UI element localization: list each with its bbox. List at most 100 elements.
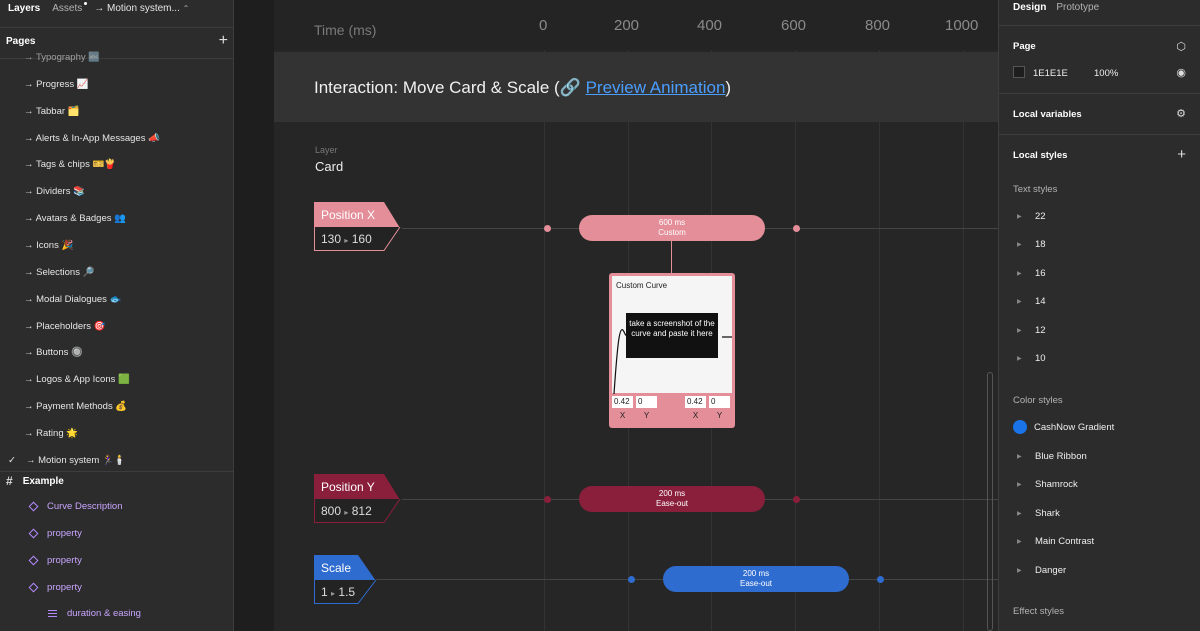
- file-name-dropdown[interactable]: → Motion system... ⌃: [94, 3, 189, 14]
- layer-label: property: [47, 555, 82, 566]
- caret-right-icon: ▶: [1017, 568, 1022, 574]
- duration-pill[interactable]: 200 ms Ease-out: [663, 566, 849, 592]
- text-style-item[interactable]: ▶ 22: [1017, 211, 1046, 222]
- local-variables-title[interactable]: Local variables: [1013, 109, 1082, 120]
- style-label: 10: [1035, 353, 1046, 364]
- page-item[interactable]: → Logos & App Icons 🟩: [24, 374, 130, 385]
- text-style-item[interactable]: ▶ 18: [1017, 239, 1046, 250]
- layer-item[interactable]: property: [28, 582, 82, 593]
- frame-layer-example[interactable]: # Example: [6, 474, 64, 488]
- design-panel: Design Prototype Page ⬡ 1E1E1E 100% ◉ Lo…: [998, 0, 1200, 631]
- eye-icon[interactable]: ◉: [1176, 66, 1186, 79]
- page-item[interactable]: → Icons 🎉: [24, 240, 73, 251]
- layers-panel: Layers Assets → Motion system... ⌃ Pages…: [0, 0, 234, 631]
- layer-item[interactable]: property: [28, 555, 82, 566]
- preview-animation-link[interactable]: Preview Animation: [586, 78, 726, 97]
- current-page-label: → Motion system 🏃‍♀️🕯️: [25, 455, 126, 466]
- color-style-item[interactable]: CashNow Gradient: [1013, 420, 1114, 434]
- time-tick: 800: [865, 17, 891, 34]
- custom-curve-card[interactable]: Custom Curve take a screenshot of the cu…: [609, 273, 735, 428]
- tab-layers[interactable]: Layers: [8, 3, 40, 14]
- page-item[interactable]: → Modal Dialogues 🐟: [24, 294, 121, 305]
- keyframe-start[interactable]: [544, 225, 551, 232]
- page-color-hex[interactable]: 1E1E1E: [1033, 68, 1068, 79]
- connector-line: [671, 241, 672, 273]
- page-item[interactable]: → Tags & chips 🎫🍟: [24, 159, 116, 170]
- caret-right-icon: ▶: [1017, 482, 1022, 488]
- interaction-title-bar: Interaction: Move Card & Scale (🔗 Previe…: [274, 52, 998, 122]
- check-icon: ✓: [8, 455, 16, 466]
- page-item[interactable]: → Avatars & Badges 👥: [24, 213, 126, 224]
- pill-duration: 200 ms: [742, 569, 770, 578]
- keyframe-start[interactable]: [628, 576, 635, 583]
- color-style-item[interactable]: ▶ Blue Ribbon: [1017, 451, 1087, 462]
- page-opacity[interactable]: 100%: [1094, 68, 1118, 79]
- layer-label: Curve Description: [47, 501, 123, 512]
- keyframe-end[interactable]: [793, 225, 800, 232]
- component-instance-icon: [28, 528, 39, 539]
- color-style-item[interactable]: ▶ Danger: [1017, 565, 1066, 576]
- tab-assets[interactable]: Assets: [52, 1, 88, 14]
- keyframe-start[interactable]: [544, 496, 551, 503]
- sliders-icon[interactable]: ⚙: [1176, 107, 1186, 120]
- effect-styles-title: Effect styles: [1013, 606, 1065, 617]
- keyframe-end[interactable]: [793, 496, 800, 503]
- page-item-current[interactable]: ✓ → Motion system 🏃‍♀️🕯️: [8, 455, 126, 466]
- color-style-item[interactable]: ▶ Shamrock: [1017, 479, 1078, 490]
- color-style-item[interactable]: ▶ Main Contrast: [1017, 536, 1094, 547]
- caret-right-icon: ▶: [1017, 328, 1022, 334]
- arrow-right-icon: ▸: [331, 589, 336, 598]
- page-item[interactable]: → Placeholders 🎯: [24, 321, 106, 332]
- time-tick: 0: [539, 17, 548, 34]
- style-label: 12: [1035, 325, 1046, 336]
- add-page-icon[interactable]: +: [219, 33, 228, 49]
- tab-prototype[interactable]: Prototype: [1056, 2, 1099, 13]
- page-item[interactable]: → Typography 🔤: [24, 52, 100, 63]
- tab-design[interactable]: Design: [1013, 2, 1046, 13]
- bezier-y1-input[interactable]: 0: [636, 396, 657, 408]
- layer-item[interactable]: duration & easing: [48, 608, 141, 619]
- add-style-icon[interactable]: +: [1177, 146, 1186, 163]
- page-item[interactable]: → Selections 🔎: [24, 267, 94, 278]
- layer-item[interactable]: property: [28, 528, 82, 539]
- hexagon-icon[interactable]: ⬡: [1176, 40, 1186, 53]
- pill-duration: 600 ms: [658, 218, 686, 227]
- caret-right-icon: ▶: [1017, 539, 1022, 545]
- text-style-item[interactable]: ▶ 10: [1017, 353, 1046, 364]
- duration-pill[interactable]: 600 ms Custom: [579, 215, 765, 241]
- text-style-item[interactable]: ▶ 12: [1017, 325, 1046, 336]
- local-styles-title: Local styles: [1013, 150, 1068, 161]
- page-item[interactable]: → Dividers 📚: [24, 186, 85, 197]
- canvas-scrollbar[interactable]: [987, 372, 993, 631]
- keyframe-end[interactable]: [877, 576, 884, 583]
- bezier-y2-input[interactable]: 0: [709, 396, 730, 408]
- bezier-x2-input[interactable]: 0.42: [685, 396, 706, 408]
- text-style-item[interactable]: ▶ 14: [1017, 296, 1046, 307]
- caret-right-icon: ▶: [1017, 356, 1022, 362]
- pages-title: Pages: [6, 35, 36, 47]
- page-item[interactable]: → Tabbar 🗂️: [24, 106, 79, 117]
- color-style-item[interactable]: ▶ Shark: [1017, 508, 1060, 519]
- page-color-swatch[interactable]: [1013, 66, 1025, 78]
- divider: [999, 25, 1200, 26]
- page-item[interactable]: → Progress 📈: [24, 79, 89, 90]
- text-styles-title: Text styles: [1013, 184, 1058, 195]
- page-item[interactable]: → Buttons 🔘: [24, 347, 83, 358]
- value-to: 1.5: [338, 585, 356, 599]
- caret-right-icon: ▶: [1017, 214, 1022, 220]
- layer-item[interactable]: Curve Description: [28, 501, 123, 512]
- caret-right-icon: ▶: [1017, 454, 1022, 460]
- layer-label: duration & easing: [67, 608, 141, 619]
- page-section-title: Page: [1013, 41, 1036, 52]
- duration-pill[interactable]: 200 ms Ease-out: [579, 486, 765, 512]
- canvas[interactable]: Time (ms) 0 200 400 600 800 1000 Interac…: [234, 0, 998, 631]
- page-item[interactable]: → Rating 🌟: [24, 428, 78, 439]
- pill-easing: Custom: [658, 228, 686, 237]
- bezier-x1-input[interactable]: 0.42: [612, 396, 633, 408]
- tab-assets-label: Assets: [52, 2, 83, 14]
- page-item[interactable]: → Alerts & In-App Messages 📣: [24, 133, 160, 144]
- text-style-item[interactable]: ▶ 16: [1017, 268, 1046, 279]
- page-item[interactable]: → Payment Methods 💰: [24, 401, 127, 412]
- curve-title: Custom Curve: [616, 281, 668, 290]
- divider: [0, 471, 233, 472]
